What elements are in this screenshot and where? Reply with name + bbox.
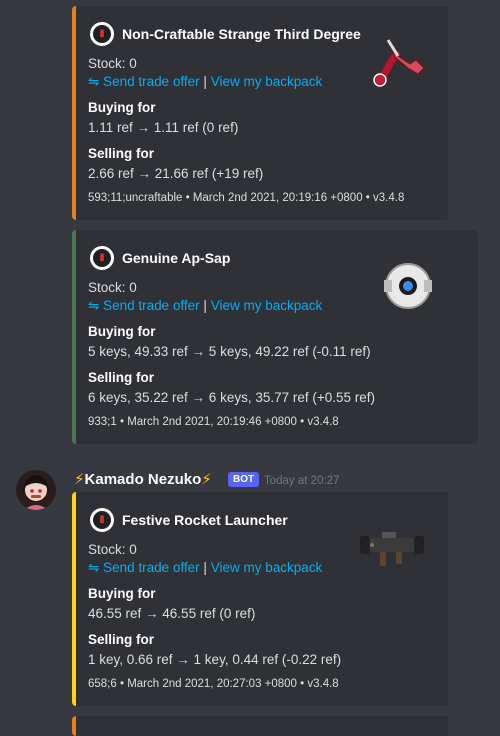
buying-label: Buying for xyxy=(88,100,156,115)
view-backpack-link[interactable]: View my backpack xyxy=(211,560,323,575)
selling-value: 6 keys, 35.22 ref → 6 keys, 35.77 ref (+… xyxy=(88,390,376,405)
send-trade-offer-link[interactable]: ⇋ Send trade offer xyxy=(88,560,200,575)
username-text: Kamado Nezuko xyxy=(84,471,202,488)
selling-value: 1 key, 0.66 ref → 1 key, 0.44 ref (-0.22… xyxy=(88,652,342,667)
lightning-icon: ⚡ xyxy=(201,471,212,488)
item-name: Genuine Ap-Sap xyxy=(122,250,231,266)
rocket-launcher-icon xyxy=(360,532,424,566)
bot-logo-icon: ▮ xyxy=(90,22,114,46)
embed-author: ▮ Genuine Ap-Sap xyxy=(90,246,230,270)
selling-label: Selling for xyxy=(88,632,155,647)
item-name: Festive Rocket Launcher xyxy=(122,512,288,528)
embed-card: ▮ Non-Craftable Strange Third Degree Sto… xyxy=(72,6,448,220)
embed-links: ⇋ Send trade offer | View my backpack xyxy=(88,298,322,314)
buying-label: Buying for xyxy=(88,586,156,601)
bot-tag: BOT xyxy=(228,472,260,487)
user-avatar[interactable] xyxy=(16,470,56,510)
selling-label: Selling for xyxy=(88,370,155,385)
buying-value: 5 keys, 49.33 ref → 5 keys, 49.22 ref (-… xyxy=(88,344,371,359)
embed-footer: 593;11;uncraftable • March 2nd 2021, 20:… xyxy=(88,192,405,204)
embed-author: ▮ Festive Rocket Launcher xyxy=(90,508,288,532)
nezuko-avatar-icon xyxy=(16,470,56,510)
stock-text: Stock: 0 xyxy=(88,280,137,295)
selling-label: Selling for xyxy=(88,146,155,161)
message-timestamp: Today at 20:27 xyxy=(264,475,340,487)
stock-text: Stock: 0 xyxy=(88,542,137,557)
item-name: Non-Craftable Strange Third Degree xyxy=(122,26,361,42)
view-backpack-link[interactable]: View my backpack xyxy=(211,74,323,89)
embed-card: ▮ Genuine Ap-Sap Stock: 0 ⇋ Send trade o… xyxy=(72,230,478,444)
embed-card: ▮ Festive Rocket Launcher Stock: 0 ⇋ Sen… xyxy=(72,492,448,706)
bot-logo-icon: ▮ xyxy=(90,508,114,532)
bot-logo-icon: ▮ xyxy=(90,246,114,270)
embed-author: ▮ Non-Craftable Strange Third Degree xyxy=(90,22,361,46)
view-backpack-link[interactable]: View my backpack xyxy=(211,298,323,313)
ap-sap-icon xyxy=(384,263,432,309)
link-separator: | xyxy=(203,74,207,89)
embed-footer: 658;6 • March 2nd 2021, 20:27:03 +0800 •… xyxy=(88,678,339,690)
buying-value: 1.11 ref → 1.11 ref (0 ref) xyxy=(88,120,239,135)
stock-text: Stock: 0 xyxy=(88,56,137,71)
buying-label: Buying for xyxy=(88,324,156,339)
embed-card xyxy=(72,716,448,736)
embed-links: ⇋ Send trade offer | View my backpack xyxy=(88,560,322,576)
embed-links: ⇋ Send trade offer | View my backpack xyxy=(88,74,322,90)
send-trade-offer-link[interactable]: ⇋ Send trade offer xyxy=(88,74,200,89)
embed-footer: 933;1 • March 2nd 2021, 20:19:46 +0800 •… xyxy=(88,416,339,428)
send-trade-offer-link[interactable]: ⇋ Send trade offer xyxy=(88,298,200,313)
username[interactable]: ⚡Kamado Nezuko⚡ xyxy=(74,470,212,488)
selling-value: 2.66 ref → 21.66 ref (+19 ref) xyxy=(88,166,264,181)
buying-value: 46.55 ref → 46.55 ref (0 ref) xyxy=(88,606,256,621)
link-separator: | xyxy=(203,298,207,313)
third-degree-weapon-icon xyxy=(373,39,425,87)
link-separator: | xyxy=(203,560,207,575)
lightning-icon: ⚡ xyxy=(74,471,85,488)
